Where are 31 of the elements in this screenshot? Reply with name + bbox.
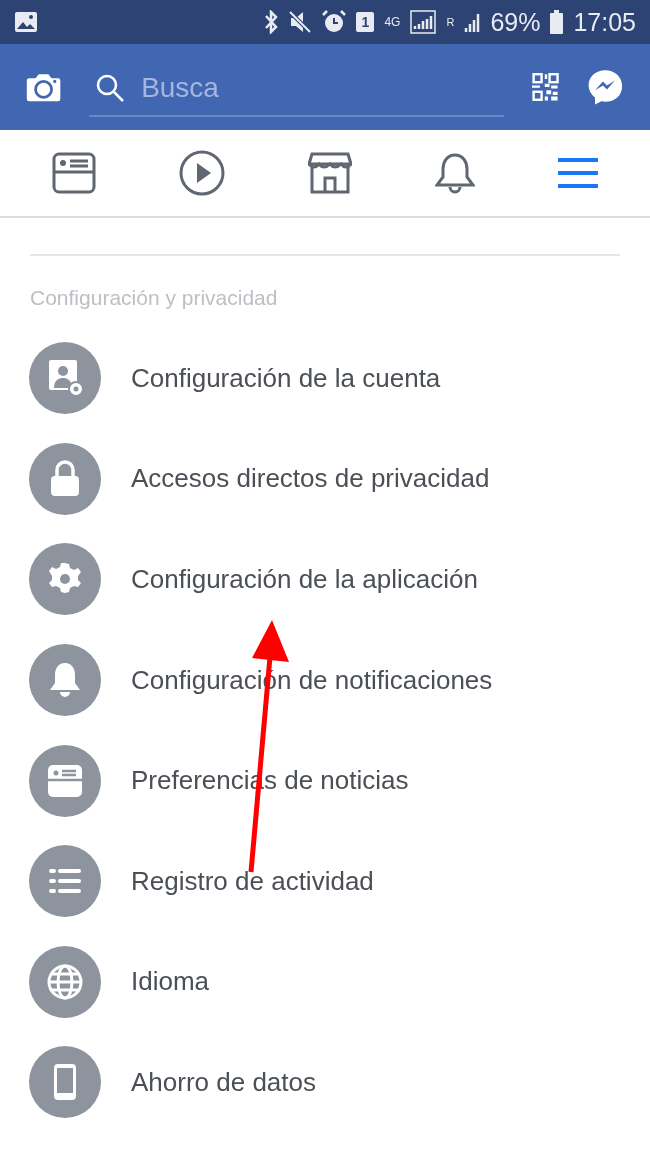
roaming-indicator: R — [446, 16, 455, 28]
news-feed-icon — [51, 152, 96, 194]
signal-icon — [464, 11, 481, 33]
menu-item[interactable]: Ahorro de datos — [131, 1066, 316, 1098]
menu-item[interactable]: Accesos directos de privacidad — [131, 463, 490, 495]
image-icon — [14, 11, 38, 33]
signal-icon — [410, 10, 437, 34]
bluetooth-icon — [264, 10, 279, 34]
section-title: Configuración y privacidad — [30, 286, 279, 310]
menu-icon — [558, 157, 599, 189]
phone-icon — [53, 1063, 77, 1102]
list-icon — [49, 867, 81, 896]
bell-icon — [435, 151, 476, 195]
menu-item[interactable]: Configuración de la cuenta — [131, 362, 441, 394]
search-icon — [95, 73, 126, 103]
globe-icon — [46, 962, 84, 1001]
muted-speaker-icon — [288, 10, 313, 34]
network-type: 4G — [384, 16, 401, 28]
menu-item[interactable]: Registro de actividad — [131, 865, 374, 897]
alarm-icon — [322, 10, 347, 34]
news-feed-icon — [47, 763, 83, 798]
menu-item[interactable]: Configuración de la aplicación — [131, 564, 478, 595]
bell-icon — [48, 661, 82, 700]
lock-icon — [49, 459, 81, 498]
sim-indicator: 1 — [356, 12, 375, 32]
menu-item[interactable]: Idioma — [131, 966, 210, 998]
battery-percentage: 69% — [490, 9, 541, 35]
shop-icon — [307, 152, 352, 194]
battery-icon — [550, 10, 564, 34]
play-icon — [178, 150, 225, 196]
clock-time: 17:05 — [573, 9, 636, 35]
